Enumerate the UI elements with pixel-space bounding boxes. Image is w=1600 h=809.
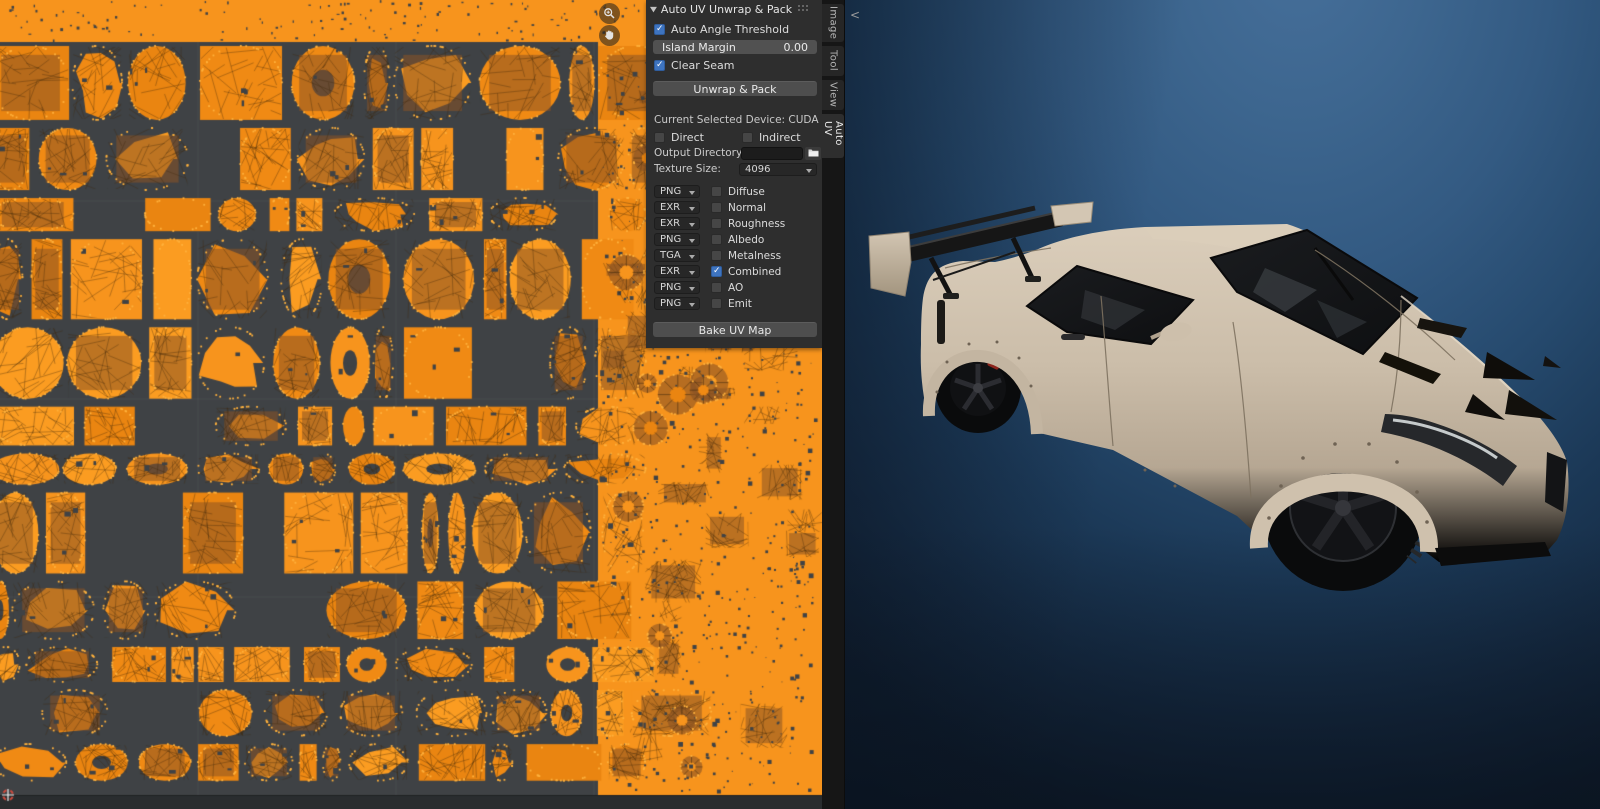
3d-viewport[interactable]: < (845, 0, 1600, 809)
texture-size-label: Texture Size: (654, 163, 721, 175)
magnifier-icon (603, 7, 616, 20)
format-dropdown[interactable]: EXR (654, 217, 700, 230)
format-dropdown[interactable]: PNG (654, 297, 700, 310)
bake-pass-checkbox[interactable] (711, 298, 722, 309)
bake-row: TGA Metalness (654, 249, 814, 262)
format-value: PNG (660, 186, 681, 197)
chevron-down-icon (689, 207, 695, 211)
sidebar-tab-strip: Image Tool View Auto UV (822, 0, 845, 809)
texture-size-dropdown[interactable]: 4096 (739, 163, 817, 176)
device-text: Current Selected Device: CUDA (654, 114, 819, 126)
format-dropdown[interactable]: PNG (654, 233, 700, 246)
bake-pass-checkbox[interactable] (711, 186, 722, 197)
door-handle (1061, 334, 1085, 340)
tab-label: Tool (828, 50, 839, 71)
zoom-gizmo-button[interactable] (599, 3, 620, 24)
direct-label: Direct (671, 131, 704, 144)
tab-auto uv[interactable]: Auto UV (822, 114, 844, 158)
auto-uv-panel: ▼ Auto UV Unwrap & Pack Auto Angle Thres… (646, 0, 822, 348)
format-value: EXR (660, 218, 680, 229)
bake-pass-label: Diffuse (728, 186, 765, 198)
chevron-down-icon (689, 255, 695, 259)
sidebar-collapse-arrow[interactable]: < (850, 8, 860, 22)
panel-title: Auto UV Unwrap & Pack (661, 3, 792, 16)
auto-angle-row: Auto Angle Threshold (654, 23, 814, 36)
rear-bumper-vent (937, 300, 945, 344)
blender-window: ▼ Auto UV Unwrap & Pack Auto Angle Thres… (0, 0, 1600, 809)
bake-row: EXR Roughness (654, 217, 814, 230)
bake-pass-checkbox[interactable] (711, 250, 722, 261)
format-dropdown[interactable]: EXR (654, 201, 700, 214)
tab-image[interactable]: Image (822, 4, 844, 42)
chevron-down-icon (689, 287, 695, 291)
bake-pass-label: AO (728, 282, 743, 294)
tab-label: Image (828, 6, 839, 39)
island-margin-slider[interactable]: Island Margin 0.00 (653, 40, 817, 54)
folder-icon (808, 147, 819, 160)
bake-row: PNG AO (654, 281, 814, 294)
auto-angle-checkbox[interactable] (654, 24, 665, 35)
bake-pass-label: Emit (728, 298, 752, 310)
tab-view[interactable]: View (822, 80, 844, 110)
clear-seam-label: Clear Seam (671, 59, 734, 72)
bake-pass-label: Normal (728, 202, 766, 214)
direct-indirect-row: Direct Indirect (654, 131, 814, 144)
format-dropdown[interactable]: PNG (654, 185, 700, 198)
bake-row: PNG Diffuse (654, 185, 814, 198)
bake-pass-label: Metalness (728, 250, 781, 262)
bake-row: PNG Emit (654, 297, 814, 310)
hand-icon (603, 29, 616, 42)
chevron-down-icon (689, 223, 695, 227)
chevron-down-icon: ▼ (650, 6, 657, 14)
bake-pass-label: Albedo (728, 234, 764, 246)
clear-seam-checkbox[interactable] (654, 60, 665, 71)
format-value: EXR (660, 202, 680, 213)
bake-row: EXR Normal (654, 201, 814, 214)
panel-grip-icon[interactable] (797, 4, 810, 11)
bake-pass-label: Combined (728, 266, 781, 278)
panel-header[interactable]: ▼ Auto UV Unwrap & Pack (650, 2, 818, 17)
tab-label: View (828, 82, 839, 107)
island-margin-label: Island Margin (662, 41, 736, 54)
format-value: EXR (660, 266, 680, 277)
format-value: PNG (660, 234, 681, 245)
bake-pass-checkbox[interactable] (711, 266, 722, 277)
car-model[interactable] (845, 0, 1600, 809)
output-directory-input[interactable] (741, 147, 803, 160)
bake-pass-checkbox[interactable] (711, 202, 722, 213)
chevron-down-icon (689, 191, 695, 195)
pan-gizmo-button[interactable] (599, 25, 620, 46)
direct-checkbox[interactable] (654, 132, 665, 143)
indirect-checkbox[interactable] (742, 132, 753, 143)
texture-size-value: 4096 (745, 164, 770, 175)
bake-uv-map-button[interactable]: Bake UV Map (653, 322, 817, 337)
format-dropdown[interactable]: TGA (654, 249, 700, 262)
format-dropdown[interactable]: PNG (654, 281, 700, 294)
format-value: PNG (660, 282, 681, 293)
bake-row: EXR Combined (654, 265, 814, 278)
tab-label: Auto UV (822, 121, 844, 151)
indirect-label: Indirect (759, 131, 801, 144)
auto-angle-label: Auto Angle Threshold (671, 23, 789, 36)
chevron-down-icon (689, 239, 695, 243)
format-value: PNG (660, 298, 681, 309)
tab-tool[interactable]: Tool (822, 46, 844, 76)
unwrap-pack-button[interactable]: Unwrap & Pack (653, 81, 817, 96)
island-margin-value: 0.00 (784, 41, 809, 54)
format-dropdown[interactable]: EXR (654, 265, 700, 278)
bake-options-list: PNG Diffuse EXR Normal EXR Roughness (654, 185, 814, 313)
bake-pass-checkbox[interactable] (711, 234, 722, 245)
bake-pass-label: Roughness (728, 218, 785, 230)
output-directory-label: Output Directory: (654, 147, 745, 159)
chevron-down-icon (689, 303, 695, 307)
format-value: TGA (660, 250, 681, 261)
bake-pass-checkbox[interactable] (711, 282, 722, 293)
chevron-down-icon (689, 271, 695, 275)
bake-row: PNG Albedo (654, 233, 814, 246)
clear-seam-row: Clear Seam (654, 59, 814, 72)
bake-pass-checkbox[interactable] (711, 218, 722, 229)
browse-folder-button[interactable] (805, 147, 821, 160)
chevron-down-icon (806, 169, 812, 173)
